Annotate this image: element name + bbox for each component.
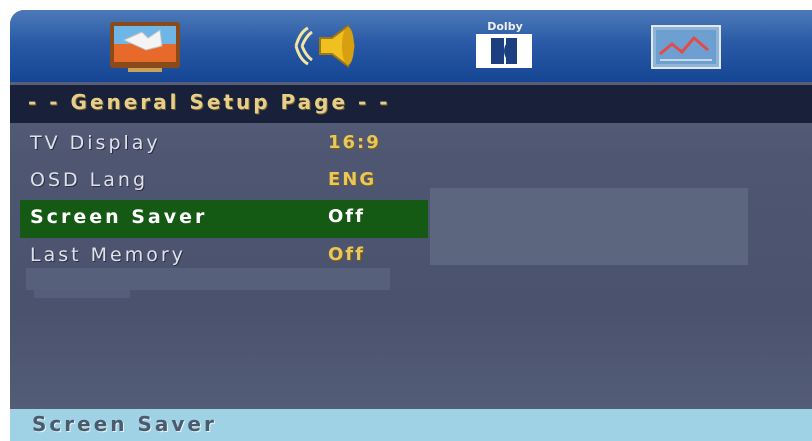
audio-speaker-icon[interactable] xyxy=(282,20,368,72)
preference-picture-icon[interactable] xyxy=(642,20,728,72)
menu-item-label: TV Display xyxy=(30,132,161,154)
menu-item-value: 16:9 xyxy=(328,132,381,153)
dolby-digital-icon[interactable]: Dolby xyxy=(462,20,548,72)
setup-icon-bar: Dolby xyxy=(10,10,812,82)
menu-item-value: Off xyxy=(328,244,365,265)
general-setup-tv-icon[interactable] xyxy=(102,20,188,72)
menu-item-value: ENG xyxy=(328,169,377,190)
menu-item-osd-lang[interactable]: OSD Lang ENG xyxy=(20,163,428,201)
osd-screen: Dolby - - General Setup Page - - TV Disp… xyxy=(10,10,812,441)
empty-menu-slot-shadow xyxy=(34,290,130,298)
menu-item-label: Screen Saver xyxy=(30,206,208,228)
page-title: - - General Setup Page - - xyxy=(28,90,391,114)
option-submenu-panel xyxy=(430,188,748,265)
menu-item-screen-saver[interactable]: Screen Saver Off xyxy=(20,200,428,238)
menu-item-label: OSD Lang xyxy=(30,169,149,191)
menu-item-value: Off xyxy=(328,206,365,227)
status-text: Screen Saver xyxy=(32,412,217,436)
menu-item-label: Last Memory xyxy=(30,244,186,266)
empty-menu-slot xyxy=(26,268,390,290)
page-title-bar: - - General Setup Page - - xyxy=(10,85,812,123)
status-bar: Screen Saver xyxy=(10,409,812,441)
menu-item-tv-display[interactable]: TV Display 16:9 xyxy=(20,126,428,164)
